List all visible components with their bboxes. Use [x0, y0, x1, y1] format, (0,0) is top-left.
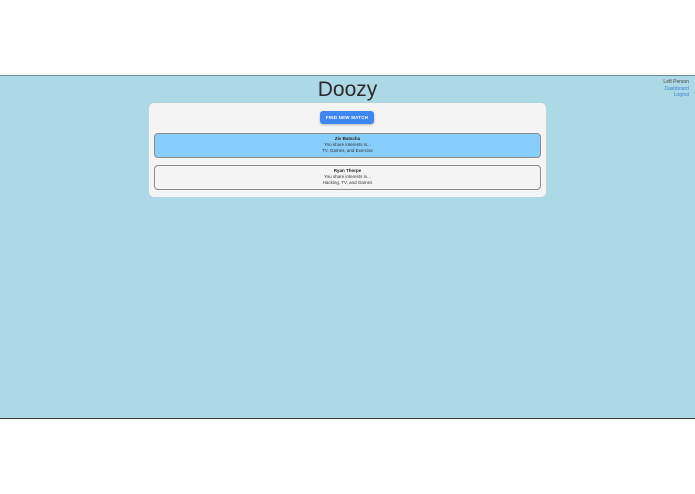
app-stage: Left Person Dashboard Logout Doozy FIND … — [0, 75, 695, 419]
match-card[interactable]: Ryan Thorpe You share interests in... Ha… — [154, 165, 541, 190]
app-title: Doozy — [317, 78, 378, 101]
find-new-match-button[interactable]: FIND NEW MATCH — [320, 111, 374, 124]
match-interests: TV, Games, and Exercise — [322, 148, 373, 154]
match-card-selected[interactable]: Ziv Batscha You share interests in... TV… — [154, 133, 541, 158]
matches-panel: FIND NEW MATCH Ziv Batscha You share int… — [149, 103, 546, 197]
match-interests: Hacking, TV, and Games — [322, 180, 373, 186]
